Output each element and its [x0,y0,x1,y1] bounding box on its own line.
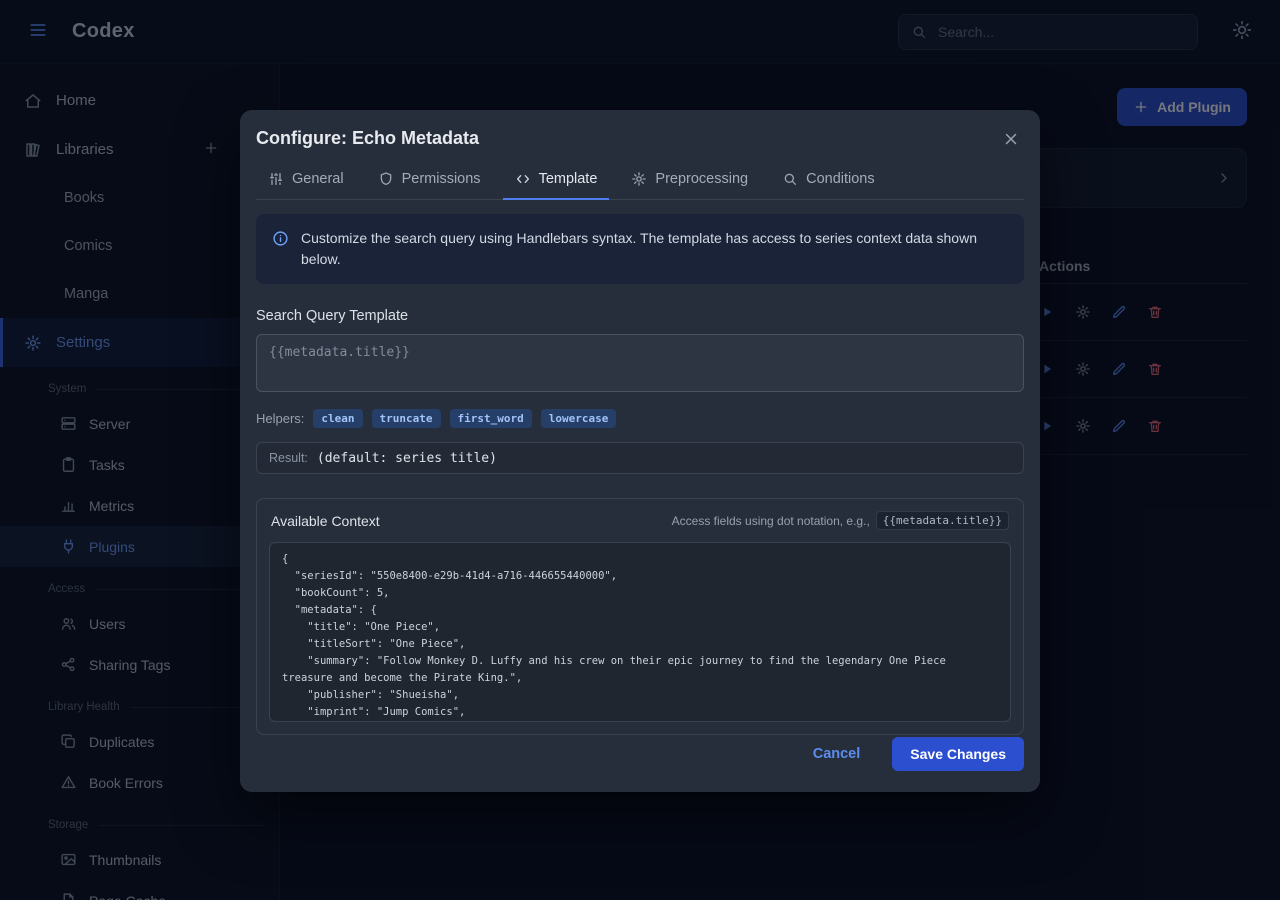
context-json-content: { "seriesId": "550e8400-e29b-41d4-a716-4… [282,551,998,722]
code-icon [515,171,531,187]
configure-plugin-modal: Configure: Echo Metadata General Permiss… [240,110,1040,792]
search-icon [782,171,798,187]
close-icon [1002,130,1020,148]
helpers-label: Helpers: [256,411,304,426]
tab-label: Preprocessing [655,171,748,187]
tab-permissions[interactable]: Permissions [366,169,493,199]
info-icon [272,230,289,247]
tab-template[interactable]: Template [503,169,610,199]
tab-label: Template [539,171,598,187]
sliders-icon [268,171,284,187]
helper-badge-truncate[interactable]: truncate [372,409,441,428]
gear-icon [631,171,647,187]
app-root: Codex Home Libraries Books [0,0,1280,900]
context-panel-header: Available Context Access fields using do… [257,499,1023,542]
available-context-panel: Available Context Access fields using do… [256,498,1024,735]
modal-footer: Cancel Save Changes [240,716,1040,792]
helper-badge-lowercase[interactable]: lowercase [541,409,617,428]
tab-label: Conditions [806,171,875,187]
context-title: Available Context [271,513,380,529]
info-banner-text: Customize the search query using Handleb… [301,228,1008,270]
shield-icon [378,171,394,187]
cancel-button[interactable]: Cancel [807,745,867,763]
result-label: Result: [269,451,308,465]
tab-general[interactable]: General [256,169,356,199]
template-field-label: Search Query Template [256,308,1024,324]
tab-label: Permissions [402,171,481,187]
helpers-row: Helpers: clean truncate first_word lower… [256,409,1024,428]
result-value: (default: series title) [317,451,497,466]
modal-close-button[interactable] [998,126,1024,155]
context-hint-code: {{metadata.title}} [876,511,1009,530]
modal-tabs: General Permissions Template Preprocessi… [256,169,1024,200]
tab-conditions[interactable]: Conditions [770,169,887,199]
helper-badge-first-word[interactable]: first_word [450,409,532,428]
context-hint: Access fields using dot notation, e.g., … [672,511,1009,530]
info-banner: Customize the search query using Handleb… [256,214,1024,284]
context-json-viewer[interactable]: { "seriesId": "550e8400-e29b-41d4-a716-4… [269,542,1011,722]
context-hint-text: Access fields using dot notation, e.g., [672,514,870,528]
modal-title: Configure: Echo Metadata [256,128,1024,149]
result-preview: Result: (default: series title) [256,442,1024,474]
tab-preprocessing[interactable]: Preprocessing [619,169,760,199]
search-query-template-input[interactable] [256,334,1024,392]
tab-label: General [292,171,344,187]
save-changes-button[interactable]: Save Changes [892,737,1024,771]
helper-badge-clean[interactable]: clean [313,409,362,428]
